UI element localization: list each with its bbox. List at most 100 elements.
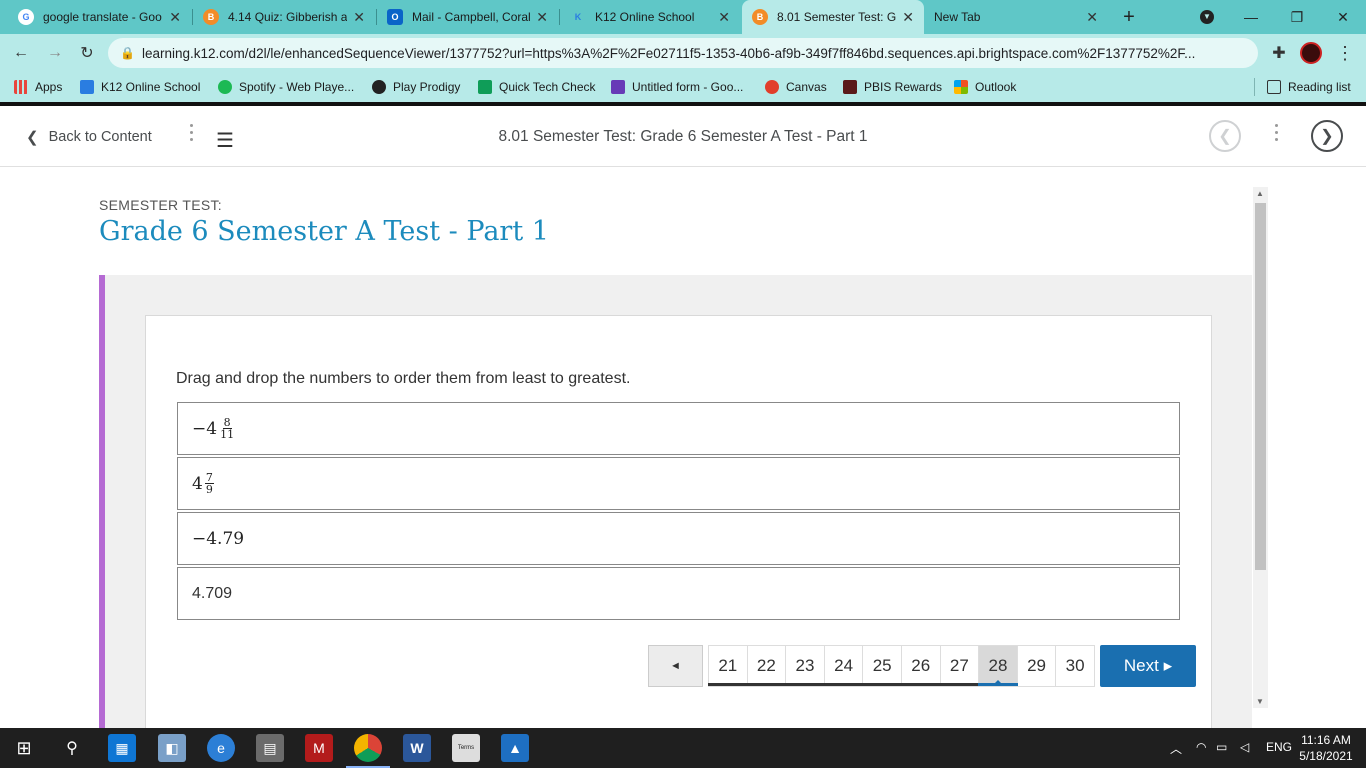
page-29[interactable]: 29 (1017, 646, 1057, 686)
tab-k12[interactable]: K K12 Online School ✕ (560, 0, 740, 34)
test-title: Grade 6 Semester A Test - Part 1 (99, 216, 549, 247)
windows-start-icon[interactable]: ⊞ (10, 734, 38, 762)
windows-taskbar: ⊞ ⚲ ▦ ◧ e ▤ M W Terms ▲ ︿ ◠ ▭ ◁ ENG 11:1… (0, 728, 1366, 768)
spotify-icon (218, 80, 232, 94)
page-30[interactable]: 30 (1056, 646, 1095, 686)
tray-chevron-up-icon[interactable]: ︿ (1170, 740, 1182, 757)
edge-icon[interactable]: e (207, 734, 235, 762)
close-tab-icon[interactable]: ✕ (718, 9, 730, 26)
photos-icon[interactable]: ▲ (501, 734, 529, 762)
address-bar[interactable]: 🔒 learning.k12.com/d2l/le/enhancedSequen… (108, 38, 1258, 68)
new-tab-button[interactable]: + (1106, 0, 1152, 34)
header-options-icon[interactable] (1273, 124, 1279, 141)
reload-icon[interactable]: ↻ (74, 40, 100, 66)
bookmarks-bar: Apps K12 Online School Spotify - Web Pla… (0, 72, 1366, 102)
drag-item-4-709[interactable]: 4.709 (177, 567, 1180, 620)
page-23[interactable]: 23 (786, 646, 825, 686)
previous-topic-button[interactable]: ❮ (1209, 120, 1241, 152)
page-22[interactable]: 22 (747, 646, 787, 686)
terms-of-use-icon[interactable]: Terms (452, 734, 480, 762)
content-scrollbar[interactable]: ▲ ▼ (1253, 187, 1268, 708)
extensions-icon[interactable]: ✚ (1266, 40, 1292, 66)
system-clock[interactable]: 11:16 AM 5/18/2021 (1290, 732, 1362, 764)
tab-search-icon[interactable]: ▼ (1184, 0, 1230, 34)
network-icon[interactable]: ◠ (1196, 740, 1206, 754)
back-arrow-icon[interactable]: ← (8, 40, 34, 66)
google-forms-icon (611, 80, 625, 94)
next-question-button[interactable]: Next ▸ (1100, 645, 1196, 687)
page-26[interactable]: 26 (901, 646, 941, 686)
minimize-button[interactable]: — (1228, 0, 1274, 34)
page-25[interactable]: 25 (863, 646, 902, 686)
question-pagination: 21 22 23 24 25 26 27 28 29 30 (708, 645, 1095, 687)
scrollbar-thumb[interactable] (1255, 203, 1266, 570)
close-tab-icon[interactable]: ✕ (1086, 9, 1098, 26)
brightspace-icon: B (203, 9, 219, 25)
calculator-icon[interactable]: ▤ (256, 734, 284, 762)
close-window-button[interactable]: ✕ (1320, 0, 1366, 34)
page-21[interactable]: 21 (709, 646, 748, 686)
page-24[interactable]: 24 (824, 646, 864, 686)
bookmark-google-form[interactable]: Untitled form - Goo... (611, 78, 743, 96)
drag-item-neg-4-79[interactable]: −4.79 (177, 512, 1180, 565)
search-icon[interactable]: ⚲ (58, 734, 86, 762)
tab-mail[interactable]: O Mail - Campbell, Coral ✕ (377, 0, 558, 34)
bookmark-pbis[interactable]: PBIS Rewards (843, 78, 942, 96)
bookmark-spotify[interactable]: Spotify - Web Playe... (218, 78, 354, 96)
scroll-up-icon[interactable]: ▲ (1256, 189, 1264, 198)
reading-list-icon (1267, 80, 1281, 94)
bookmarks-divider (1254, 78, 1255, 96)
close-tab-icon[interactable]: ✕ (536, 9, 548, 26)
close-tab-icon[interactable]: ✕ (169, 9, 181, 26)
scroll-down-icon[interactable]: ▼ (1256, 697, 1264, 706)
k12-icon: K (574, 12, 582, 22)
page-28-current[interactable]: 28 (979, 646, 1018, 686)
files-icon[interactable]: ◧ (158, 734, 186, 762)
tab-new-tab[interactable]: New Tab ✕ (926, 0, 1108, 34)
bookmark-apps[interactable]: Apps (14, 78, 62, 96)
tab-google-translate[interactable]: G google translate - Goo ✕ (8, 0, 191, 34)
close-tab-icon[interactable]: ✕ (353, 9, 365, 26)
brightspace-icon: B (752, 9, 768, 25)
tab-quiz-gibberish[interactable]: B 4.14 Quiz: Gibberish an ✕ (193, 0, 375, 34)
fraction: 8 11 (220, 416, 235, 441)
volume-icon[interactable]: ◁ (1240, 740, 1249, 754)
bookmark-prodigy[interactable]: Play Prodigy (372, 78, 460, 96)
store-icon[interactable]: ▦ (108, 734, 136, 762)
bookmark-quick-tech-check[interactable]: Quick Tech Check (478, 78, 596, 96)
drag-item-neg-4-8-11[interactable]: −4 8 11 (177, 402, 1180, 455)
pbis-icon (843, 80, 857, 94)
outlook-icon: O (387, 9, 403, 25)
fraction: 7 9 (204, 471, 214, 496)
mcafee-icon[interactable]: M (305, 734, 333, 762)
prodigy-icon (372, 80, 386, 94)
previous-question-button[interactable]: ◄ (648, 645, 703, 687)
menu-kebab-icon[interactable]: ⋮ (1332, 40, 1358, 66)
forward-arrow-icon[interactable]: → (42, 40, 68, 66)
canvas-icon (765, 80, 779, 94)
bookmark-outlook[interactable]: Outlook (954, 78, 1016, 96)
content-header: ❮ Back to Content ☰ 8.01 Semester Test: … (0, 106, 1366, 167)
reading-list-button[interactable]: Reading list (1267, 78, 1351, 96)
current-page-indicator (978, 683, 1018, 686)
microsoft-icon (954, 80, 968, 94)
bookmark-canvas[interactable]: Canvas (765, 78, 827, 96)
restore-button[interactable]: ❐ (1274, 0, 1320, 34)
page-title: 8.01 Semester Test: Grade 6 Semester A T… (498, 128, 868, 145)
close-tab-icon[interactable]: ✕ (902, 9, 914, 26)
tab-semester-test[interactable]: B 8.01 Semester Test: Gr ✕ (742, 0, 924, 34)
word-icon[interactable]: W (403, 734, 431, 762)
drag-item-4-7-9[interactable]: 4 7 9 (177, 457, 1180, 510)
apps-grid-icon (14, 80, 28, 94)
profile-avatar[interactable] (1298, 40, 1324, 66)
battery-icon[interactable]: ▭ (1216, 740, 1227, 754)
content-area: SEMESTER TEST: Grade 6 Semester A Test -… (0, 167, 1366, 728)
tech-check-icon (478, 80, 492, 94)
next-topic-button[interactable]: ❯ (1311, 120, 1343, 152)
google-icon: G (18, 9, 34, 25)
page-27[interactable]: 27 (940, 646, 980, 686)
question-prompt: Drag and drop the numbers to order them … (176, 370, 631, 387)
language-indicator[interactable]: ENG (1266, 740, 1292, 754)
chrome-icon[interactable] (346, 734, 390, 768)
bookmark-k12[interactable]: K12 Online School (80, 78, 200, 96)
